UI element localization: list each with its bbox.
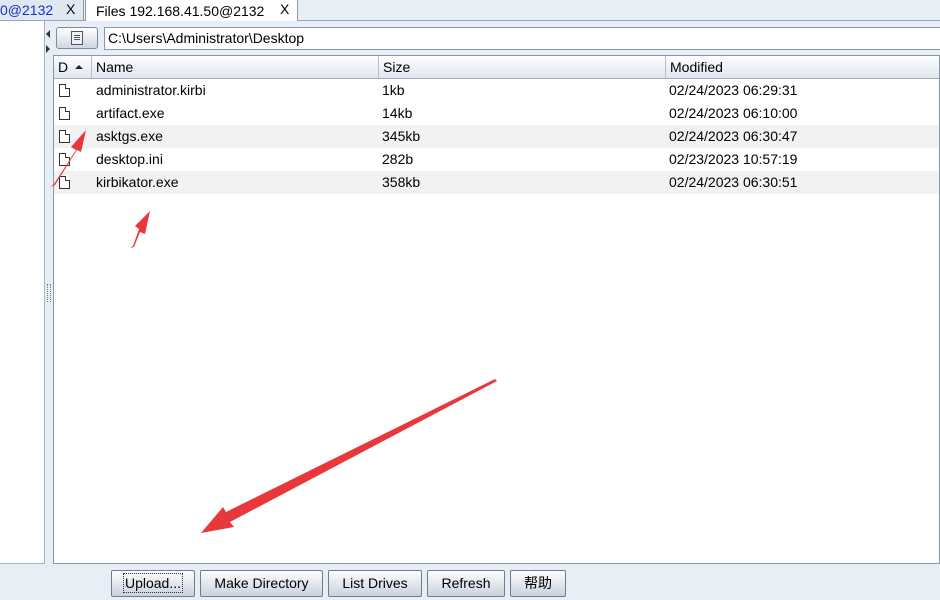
help-button[interactable]: 帮助 <box>510 570 566 597</box>
file-modified: 02/24/2023 06:10:00 <box>669 105 798 121</box>
directory-tree-pane[interactable] <box>0 21 45 564</box>
file-size: 282b <box>382 151 414 167</box>
tab-files-close-icon[interactable]: X <box>280 1 289 17</box>
list-drives-button[interactable]: List Drives <box>328 570 422 597</box>
file-icon <box>59 153 70 166</box>
file-modified: 02/24/2023 06:29:31 <box>669 82 798 98</box>
tab-session-label: 0@2132 <box>0 2 54 18</box>
file-name: kirbikator.exe <box>96 174 179 190</box>
file-icon <box>59 176 70 189</box>
file-size: 1kb <box>382 82 405 98</box>
file-name: artifact.exe <box>96 105 165 121</box>
file-size: 14kb <box>382 105 413 121</box>
file-size: 345kb <box>382 128 421 144</box>
path-input[interactable]: C:\Users\Administrator\Desktop <box>104 27 940 50</box>
upload-button[interactable]: Upload... <box>111 570 195 597</box>
file-icon <box>59 84 70 97</box>
column-header-name[interactable]: Name <box>92 56 379 78</box>
make-directory-button[interactable]: Make Directory <box>200 570 323 597</box>
table-header: D Name Size Modified <box>54 56 939 79</box>
table-row[interactable]: desktop.ini 282b 02/23/2023 10:57:19 <box>54 148 939 171</box>
browse-icon <box>71 31 83 45</box>
column-header-d-label: D <box>58 59 69 75</box>
tab-session-close-icon[interactable]: X <box>66 1 75 17</box>
table-row[interactable]: artifact.exe 14kb 02/24/2023 06:10:00 <box>54 102 939 125</box>
table-row[interactable]: administrator.kirbi 1kb 02/24/2023 06:29… <box>54 79 939 102</box>
file-name: asktgs.exe <box>96 128 163 144</box>
table-row[interactable]: kirbikator.exe 358kb 02/24/2023 06:30:51 <box>54 171 939 194</box>
file-modified: 02/24/2023 06:30:51 <box>669 174 798 190</box>
column-header-d[interactable]: D <box>54 56 92 78</box>
sort-ascending-icon <box>75 65 83 69</box>
column-header-modified[interactable]: Modified <box>666 56 939 78</box>
upload-button-label: Upload... <box>122 573 184 593</box>
file-table[interactable]: D Name Size Modified administrator.kirbi… <box>53 55 940 564</box>
splitter-grip-icon[interactable] <box>47 284 51 302</box>
browse-button[interactable] <box>56 27 98 49</box>
file-size: 358kb <box>382 174 421 190</box>
tab-files-label: Files 192.168.41.50@2132 <box>96 2 265 19</box>
tab-strip: 0@2132 X Files 192.168.41.50@2132 X <box>0 0 940 21</box>
file-name: desktop.ini <box>96 151 163 167</box>
file-modified: 02/23/2023 10:57:19 <box>669 151 798 167</box>
file-icon <box>59 130 70 143</box>
file-name: administrator.kirbi <box>96 82 206 98</box>
refresh-button[interactable]: Refresh <box>427 570 505 597</box>
tab-files[interactable]: Files 192.168.41.50@2132 X <box>85 0 298 21</box>
tab-session[interactable]: 0@2132 X <box>0 0 84 20</box>
expand-right-icon[interactable] <box>46 45 50 53</box>
file-icon <box>59 107 70 120</box>
table-row[interactable]: asktgs.exe 345kb 02/24/2023 06:30:47 <box>54 125 939 148</box>
collapse-left-icon[interactable] <box>46 30 50 38</box>
column-header-size[interactable]: Size <box>379 56 666 78</box>
file-modified: 02/24/2023 06:30:47 <box>669 128 798 144</box>
